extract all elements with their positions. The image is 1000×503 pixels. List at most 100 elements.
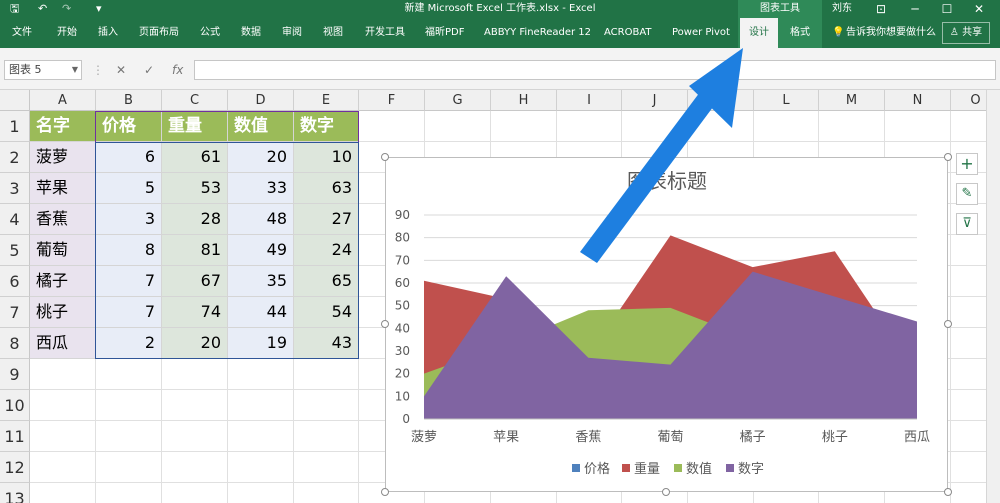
table-cell[interactable]: 苹果 bbox=[30, 173, 96, 204]
table-cell[interactable]: 63 bbox=[294, 173, 359, 204]
table-cell[interactable]: 橘子 bbox=[30, 266, 96, 297]
formula-input[interactable] bbox=[194, 60, 996, 80]
tab-review[interactable]: 审阅 bbox=[282, 18, 302, 48]
chart-styles-button[interactable]: ✎ bbox=[956, 183, 978, 205]
insert-function-button[interactable]: fx bbox=[172, 60, 183, 80]
tab-developer[interactable]: 开发工具 bbox=[365, 18, 405, 48]
column-header-C[interactable]: C bbox=[162, 90, 228, 111]
tab-insert[interactable]: 插入 bbox=[98, 18, 118, 48]
table-cell[interactable]: 48 bbox=[228, 204, 294, 235]
column-header-M[interactable]: M bbox=[819, 90, 885, 111]
column-header-A[interactable]: A bbox=[30, 90, 96, 111]
chevron-down-icon[interactable]: ▼ bbox=[72, 61, 78, 79]
table-cell[interactable]: 20 bbox=[162, 328, 228, 359]
column-header-I[interactable]: I bbox=[557, 90, 622, 111]
row-header-10[interactable]: 10 bbox=[0, 390, 30, 421]
column-header-J[interactable]: J bbox=[622, 90, 688, 111]
table-cell[interactable]: 53 bbox=[162, 173, 228, 204]
ribbon-display-icon[interactable]: ⊡ bbox=[866, 1, 896, 17]
tab-abbyy[interactable]: ABBYY FineReader 12 bbox=[484, 18, 591, 48]
table-cell[interactable]: 菠萝 bbox=[30, 142, 96, 173]
row-header-12[interactable]: 12 bbox=[0, 452, 30, 483]
tab-acrobat[interactable]: ACROBAT bbox=[604, 18, 652, 48]
tab-foxit-pdf[interactable]: 福昕PDF bbox=[425, 18, 464, 48]
row-header-11[interactable]: 11 bbox=[0, 421, 30, 452]
resize-handle-tl[interactable] bbox=[381, 153, 389, 161]
row-header-1[interactable]: 1 bbox=[0, 111, 30, 142]
cancel-icon[interactable]: ✕ bbox=[116, 60, 126, 80]
row-header-3[interactable]: 3 bbox=[0, 173, 30, 204]
resize-handle-tr[interactable] bbox=[944, 153, 952, 161]
tab-file[interactable]: 文件 bbox=[12, 18, 32, 48]
column-header-K[interactable]: K bbox=[688, 90, 754, 111]
column-header-D[interactable]: D bbox=[228, 90, 294, 111]
area-chart[interactable]: 0 10 20 30 40 50 60 70 80 90 菠萝 苹果 香蕉 葡萄 橘子 桃子 西瓜 图表标题价格 重… bbox=[386, 158, 949, 493]
table-cell[interactable]: 24 bbox=[294, 235, 359, 266]
table-cell[interactable]: 27 bbox=[294, 204, 359, 235]
table-cell[interactable]: 西瓜 bbox=[30, 328, 96, 359]
table-header-cell[interactable]: 数字 bbox=[294, 111, 359, 142]
close-button[interactable]: ✕ bbox=[964, 1, 994, 17]
table-cell[interactable]: 74 bbox=[162, 297, 228, 328]
table-cell[interactable]: 10 bbox=[294, 142, 359, 173]
minimize-button[interactable]: ─ bbox=[900, 1, 930, 17]
tell-me-search[interactable]: 告诉我你想要做什么 bbox=[846, 18, 936, 48]
column-header-H[interactable]: H bbox=[491, 90, 557, 111]
table-cell[interactable]: 香蕉 bbox=[30, 204, 96, 235]
column-header-L[interactable]: L bbox=[754, 90, 819, 111]
table-cell[interactable]: 49 bbox=[228, 235, 294, 266]
row-header-4[interactable]: 4 bbox=[0, 204, 30, 235]
table-cell[interactable]: 65 bbox=[294, 266, 359, 297]
maximize-button[interactable]: ☐ bbox=[932, 1, 962, 17]
table-header-cell[interactable]: 重量 bbox=[162, 111, 228, 142]
column-header-E[interactable]: E bbox=[294, 90, 359, 111]
table-cell[interactable]: 54 bbox=[294, 297, 359, 328]
row-header-2[interactable]: 2 bbox=[0, 142, 30, 173]
row-header-6[interactable]: 6 bbox=[0, 266, 30, 297]
resize-handle-br[interactable] bbox=[944, 488, 952, 496]
tab-home[interactable]: 开始 bbox=[57, 18, 77, 48]
table-cell[interactable]: 3 bbox=[96, 204, 162, 235]
row-header-5[interactable]: 5 bbox=[0, 235, 30, 266]
table-header-cell[interactable]: 名字 bbox=[30, 111, 96, 142]
resize-handle-ml[interactable] bbox=[381, 320, 389, 328]
table-cell[interactable]: 33 bbox=[228, 173, 294, 204]
table-header-cell[interactable]: 数值 bbox=[228, 111, 294, 142]
table-cell[interactable]: 20 bbox=[228, 142, 294, 173]
table-cell[interactable]: 44 bbox=[228, 297, 294, 328]
enter-icon[interactable]: ✓ bbox=[144, 60, 154, 80]
table-cell[interactable]: 2 bbox=[96, 328, 162, 359]
table-cell[interactable]: 61 bbox=[162, 142, 228, 173]
table-cell[interactable]: 桃子 bbox=[30, 297, 96, 328]
tab-page-layout[interactable]: 页面布局 bbox=[139, 18, 179, 48]
row-header-8[interactable]: 8 bbox=[0, 328, 30, 359]
table-cell[interactable]: 7 bbox=[96, 266, 162, 297]
share-button[interactable]: ♙ 共享 bbox=[942, 22, 990, 44]
user-name[interactable]: 刘东 bbox=[832, 2, 852, 16]
column-header-G[interactable]: G bbox=[425, 90, 491, 111]
tab-power-pivot[interactable]: Power Pivot bbox=[672, 18, 730, 48]
chart-filters-button[interactable]: ⊽ bbox=[956, 213, 978, 235]
resize-handle-tc[interactable] bbox=[662, 153, 670, 161]
tab-design[interactable]: 设计 bbox=[740, 18, 778, 48]
table-cell[interactable]: 43 bbox=[294, 328, 359, 359]
name-box[interactable]: 图表 5 ▼ bbox=[4, 60, 82, 80]
table-cell[interactable]: 7 bbox=[96, 297, 162, 328]
select-all-corner[interactable] bbox=[0, 90, 30, 111]
tab-data[interactable]: 数据 bbox=[241, 18, 261, 48]
chart-elements-button[interactable]: + bbox=[956, 153, 978, 175]
resize-handle-mr[interactable] bbox=[944, 320, 952, 328]
table-cell[interactable]: 35 bbox=[228, 266, 294, 297]
table-cell[interactable]: 81 bbox=[162, 235, 228, 266]
chart-area[interactable]: 0 10 20 30 40 50 60 70 80 90 菠萝 苹果 香蕉 葡萄 橘子 桃子 西瓜 图表标题 价格 重… bbox=[385, 157, 948, 492]
row-header-9[interactable]: 9 bbox=[0, 359, 30, 390]
table-cell[interactable]: 葡萄 bbox=[30, 235, 96, 266]
table-header-cell[interactable]: 价格 bbox=[96, 111, 162, 142]
tab-format[interactable]: 格式 bbox=[790, 18, 810, 48]
table-cell[interactable]: 28 bbox=[162, 204, 228, 235]
tab-formulas[interactable]: 公式 bbox=[200, 18, 220, 48]
table-cell[interactable]: 67 bbox=[162, 266, 228, 297]
vertical-scrollbar[interactable] bbox=[986, 90, 1000, 503]
table-cell[interactable]: 8 bbox=[96, 235, 162, 266]
column-header-B[interactable]: B bbox=[96, 90, 162, 111]
